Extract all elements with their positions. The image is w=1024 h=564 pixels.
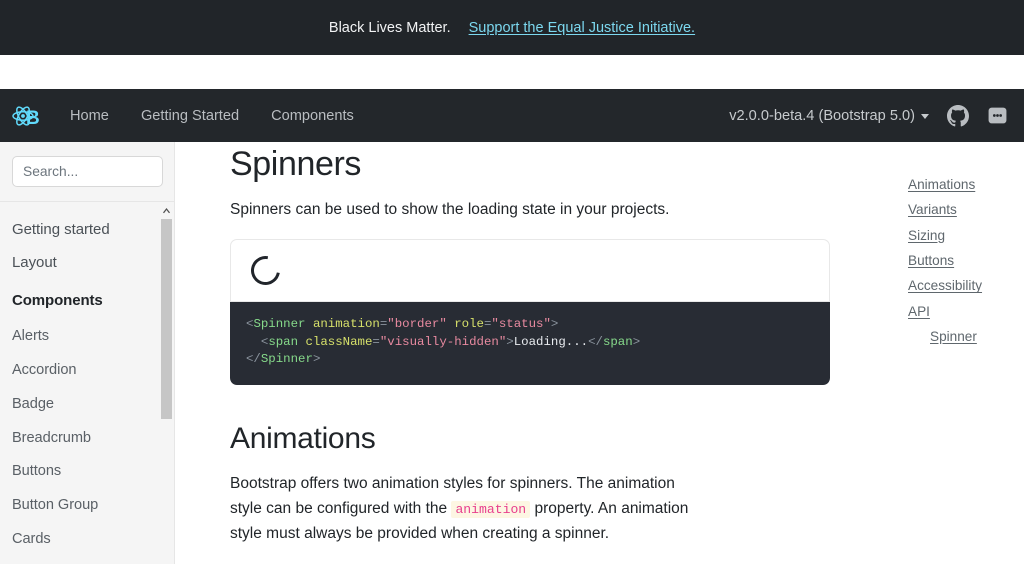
section-heading-animations: Animations: [230, 421, 376, 455]
code-token: Spinner: [260, 352, 313, 367]
sidebar-item-buttons[interactable]: Buttons: [12, 455, 174, 489]
sidebar-item-breadcrumb[interactable]: Breadcrumb: [12, 422, 174, 456]
code-token: =: [372, 334, 380, 349]
example-preview-area: [230, 239, 830, 303]
search-container: [0, 142, 174, 201]
main-navbar: B Home Getting Started Components v2.0.0…: [0, 89, 1024, 142]
chevron-down-icon: [921, 114, 929, 119]
sidebar-item-carousel[interactable]: Carousel: [12, 557, 174, 564]
github-icon[interactable]: [947, 104, 969, 127]
toc-link-animations[interactable]: Animations: [908, 172, 1024, 197]
toc-link-sizing[interactable]: Sizing: [908, 223, 1024, 248]
page-lead-text: Spinners can be used to show the loading…: [230, 200, 670, 218]
code-token: className: [305, 334, 373, 349]
code-token: "border": [387, 317, 447, 332]
page-title: Spinners: [230, 145, 361, 183]
white-spacer: [0, 55, 1024, 89]
banner-text: Black Lives Matter.: [328, 19, 451, 36]
toc-link-api[interactable]: API: [908, 299, 1024, 324]
react-bootstrap-logo-icon[interactable]: B: [6, 95, 48, 137]
sidebar-item-accordion[interactable]: Accordion: [12, 354, 174, 388]
code-token: Spinner: [253, 317, 306, 332]
version-label: v2.0.0-beta.4 (Bootstrap 5.0): [729, 107, 915, 124]
sidebar-item-layout[interactable]: Layout: [12, 247, 174, 280]
sidebar-scrollbar[interactable]: [159, 202, 174, 564]
search-input[interactable]: [12, 156, 163, 187]
inline-code-animation: animation: [451, 500, 531, 518]
toc-link-buttons[interactable]: Buttons: [908, 248, 1024, 273]
discord-chat-icon[interactable]: [987, 105, 1008, 126]
code-token: >: [506, 334, 514, 349]
spinner-example-block: <Spinner animation="border" role="status…: [230, 239, 830, 385]
nav-link-getting-started[interactable]: Getting Started: [125, 102, 255, 130]
toc-link-accessibility[interactable]: Accessibility: [908, 274, 1024, 299]
nav-link-home[interactable]: Home: [54, 102, 125, 130]
sidebar-item-getting-started[interactable]: Getting started: [12, 214, 174, 247]
navbar-links: Home Getting Started Components: [54, 102, 370, 130]
table-of-contents: Animations Variants Sizing Buttons Acces…: [894, 142, 1024, 564]
code-token: </: [246, 352, 261, 367]
code-token: >: [550, 317, 559, 332]
example-code-block[interactable]: <Spinner animation="border" role="status…: [230, 302, 830, 385]
sidebar-item-alerts[interactable]: Alerts: [12, 320, 174, 354]
left-sidebar: Getting started Layout Components Alerts…: [0, 142, 175, 564]
black-lives-matter-banner: Black Lives Matter. Support the Equal Ju…: [0, 0, 1024, 55]
main-content: Spinners Spinners can be used to show th…: [175, 142, 894, 564]
code-token: span: [268, 334, 299, 349]
code-token: </: [588, 334, 603, 349]
code-token: animation: [312, 317, 380, 332]
sidebar-scroll-region: Getting started Layout Components Alerts…: [0, 201, 174, 564]
sidebar-item-badge[interactable]: Badge: [12, 388, 174, 422]
toc-link-variants[interactable]: Variants: [908, 197, 1024, 222]
version-dropdown[interactable]: v2.0.0-beta.4 (Bootstrap 5.0): [729, 108, 929, 124]
code-token: "status": [491, 317, 551, 332]
sidebar-scrollbar-thumb[interactable]: [161, 219, 172, 419]
sidebar-group-title-components: Components: [12, 292, 103, 310]
code-token: <: [246, 334, 269, 349]
code-token: >: [632, 334, 641, 349]
scroll-up-arrow-icon[interactable]: [159, 202, 174, 219]
animations-paragraph: Bootstrap offers two animation styles fo…: [230, 471, 695, 546]
toc-link-spinner[interactable]: Spinner: [908, 325, 1024, 350]
navbar-right-group: v2.0.0-beta.4 (Bootstrap 5.0): [729, 104, 1008, 127]
code-token: >: [312, 352, 321, 367]
sidebar-item-button-group[interactable]: Button Group: [12, 489, 174, 523]
banner-link[interactable]: Support the Equal Justice Initiative.: [469, 20, 696, 36]
nav-link-components[interactable]: Components: [255, 102, 370, 130]
svg-text:B: B: [26, 108, 40, 129]
page-body: Getting started Layout Components Alerts…: [0, 142, 1024, 564]
border-spinner-icon: [245, 250, 286, 291]
sidebar-top-group: Getting started Layout Components Alerts…: [0, 214, 174, 564]
code-token: Loading...: [513, 334, 589, 349]
code-token: "visually-hidden": [379, 334, 507, 349]
code-token: span: [602, 334, 633, 349]
sidebar-item-cards[interactable]: Cards: [12, 523, 174, 557]
code-token: role: [454, 317, 484, 332]
